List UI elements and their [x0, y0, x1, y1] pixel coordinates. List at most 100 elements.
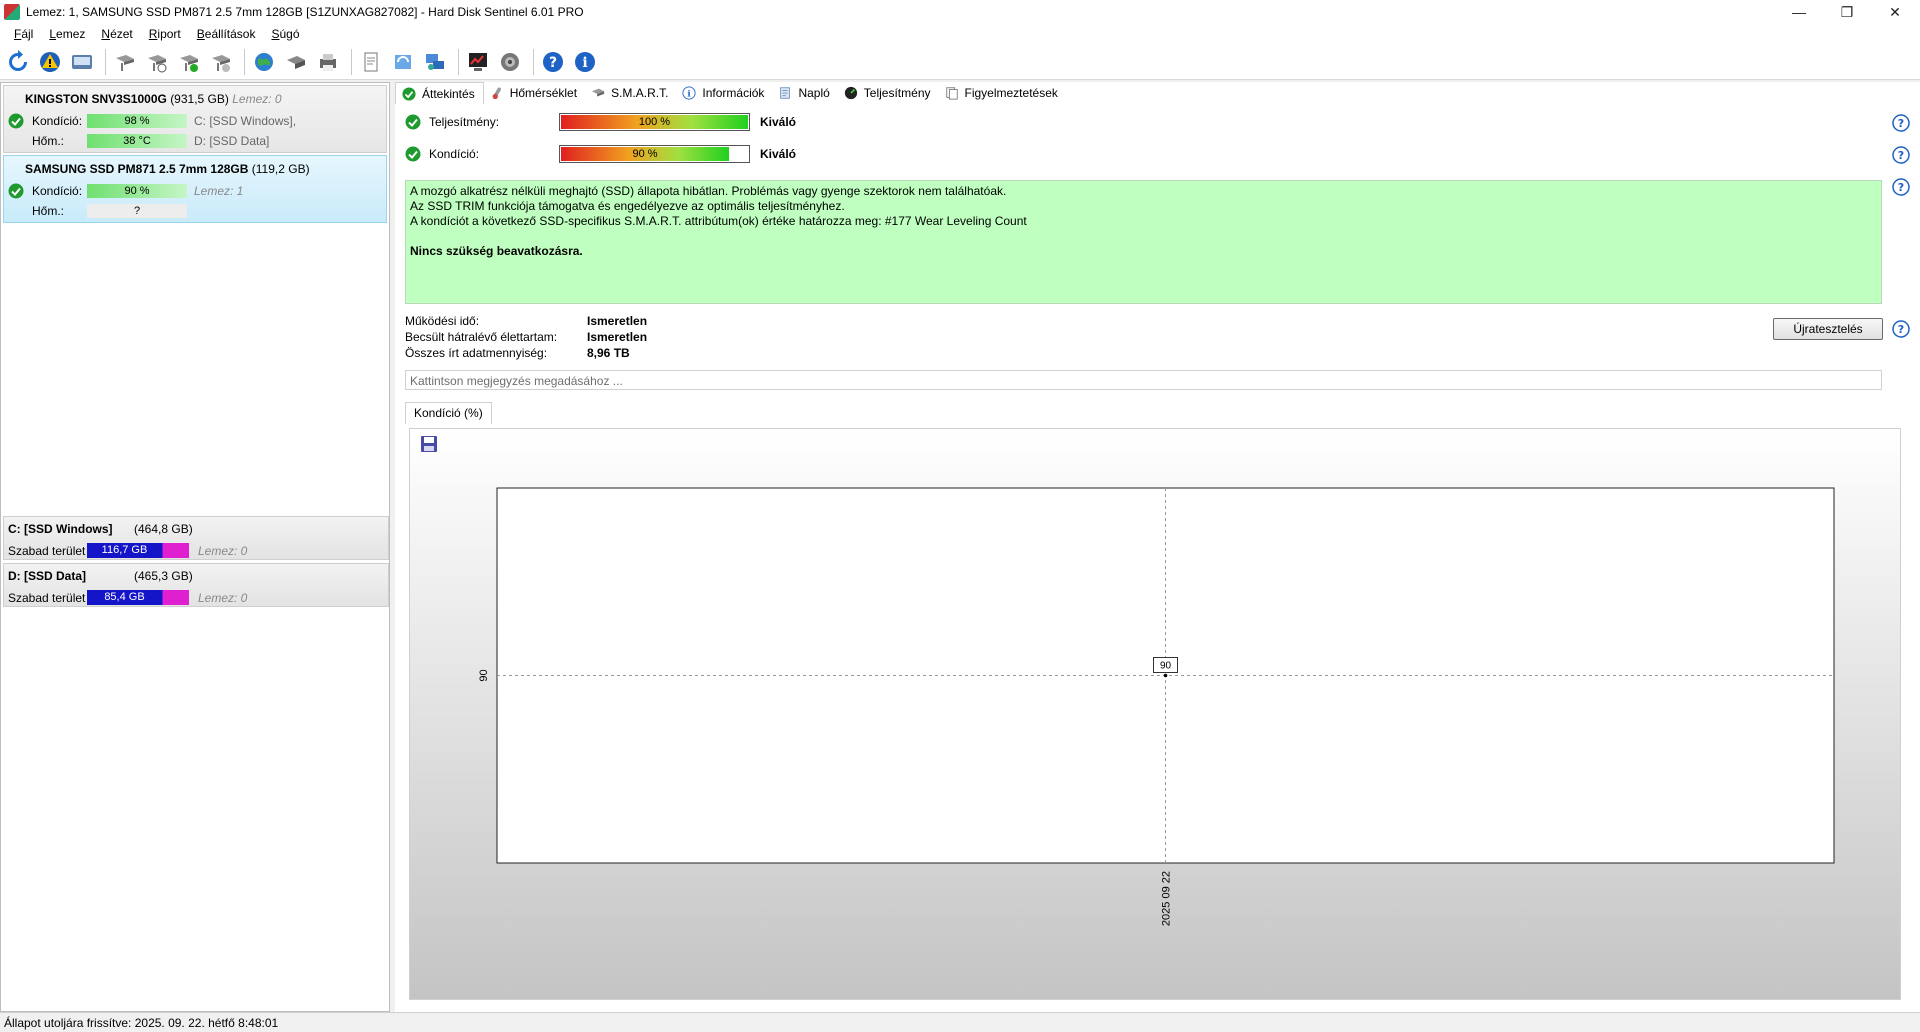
- tab-alerts[interactable]: Figyelmeztetések: [939, 82, 1066, 104]
- svg-text:?: ?: [1898, 117, 1904, 130]
- menu-report[interactable]: Riport: [141, 27, 189, 41]
- tab-log[interactable]: Napló: [772, 82, 837, 104]
- surface-test-icon[interactable]: [143, 48, 171, 76]
- tab-information[interactable]: i Információk: [676, 82, 772, 104]
- tab-performance[interactable]: Teljesítmény: [838, 82, 939, 104]
- chart-tab-condition[interactable]: Kondíció (%): [405, 402, 492, 424]
- note-input[interactable]: Kattintson megjegyzés megadásához ...: [405, 370, 1882, 390]
- help-icon[interactable]: ?: [1892, 146, 1910, 164]
- free-space-bar: 116,7 GB: [87, 543, 189, 558]
- toolbar: ? i: [0, 44, 1920, 80]
- toolbar-separator: [458, 48, 459, 75]
- free-space-label: Szabad terület: [8, 591, 86, 605]
- network-icon[interactable]: [421, 48, 449, 76]
- partition-size: (465,3 GB): [134, 569, 193, 583]
- check-ok-icon: [8, 183, 24, 199]
- minimize-button[interactable]: —: [1776, 0, 1822, 24]
- toolbar-separator: [244, 48, 245, 75]
- svg-text:?: ?: [1898, 149, 1904, 162]
- performance-value: 100 %: [561, 115, 748, 129]
- help-icon[interactable]: ?: [1892, 178, 1910, 196]
- disk-condition-row: Kondíció: 98 % C: [SSD Windows],: [4, 112, 388, 130]
- condition-bar: 90 %: [559, 145, 750, 163]
- extended-test-icon[interactable]: [207, 48, 235, 76]
- stat-key: Becsült hátralévő élettartam:: [405, 330, 558, 344]
- help-icon[interactable]: ?: [1892, 320, 1910, 338]
- check-ok-icon: [402, 86, 416, 101]
- status-message-box: A mozgó alkatrész nélküli meghajtó (SSD)…: [405, 180, 1882, 304]
- printer-icon[interactable]: [314, 48, 342, 76]
- condition-label: Kondíció:: [32, 184, 83, 198]
- toolbar-separator: [351, 48, 352, 75]
- disk-size: (931,5 GB): [170, 92, 229, 106]
- help-icon[interactable]: ?: [1892, 114, 1910, 132]
- data-point: [1163, 673, 1168, 678]
- tab-label: Napló: [798, 86, 830, 100]
- menu-help[interactable]: Súgó: [263, 27, 307, 41]
- about-icon[interactable]: i: [571, 48, 599, 76]
- close-button[interactable]: ✕: [1872, 0, 1918, 24]
- html-report-icon[interactable]: [389, 48, 417, 76]
- disk-index: Lemez: 1: [194, 184, 244, 198]
- stat-key: Összes írt adatmennyiség:: [405, 346, 548, 360]
- speedometer-icon: [844, 86, 857, 100]
- temperature-bar: 38 °C: [87, 134, 187, 148]
- menu-file[interactable]: Fájl: [6, 27, 41, 41]
- tab-smart[interactable]: S.M.A.R.T.: [585, 82, 676, 104]
- disk-card-samsung[interactable]: SAMSUNG SSD PM871 2.5 7mm 128GB (119,2 G…: [3, 155, 387, 223]
- disk-size: (119,2 GB): [251, 162, 310, 176]
- help-icon[interactable]: ?: [539, 48, 567, 76]
- performance-row: Teljesítmény: 100 % Kiváló: [405, 111, 1905, 133]
- stat-value: 8,96 TB: [587, 346, 630, 360]
- menu-view[interactable]: Nézet: [93, 27, 140, 41]
- condition-label: Kondíció:: [429, 147, 480, 161]
- partition-disk-index: Lemez: 0: [198, 544, 248, 558]
- temperature-label: Hőm.:: [32, 134, 65, 148]
- app-logo-icon: [4, 4, 20, 20]
- text-report-icon[interactable]: [357, 48, 385, 76]
- save-icon[interactable]: [420, 435, 438, 453]
- short-test-icon[interactable]: [175, 48, 203, 76]
- acoustic-icon[interactable]: [496, 48, 524, 76]
- tab-temperature[interactable]: Hőmérséklet: [484, 82, 585, 104]
- app-window: Lemez: 1, SAMSUNG SSD PM871 2.5 7mm 128G…: [0, 0, 1920, 1032]
- tab-overview[interactable]: Áttekintés: [395, 82, 484, 104]
- report-send-icon[interactable]: [282, 48, 310, 76]
- disk-index: Lemez: 0: [232, 92, 282, 106]
- title-bar: Lemez: 1, SAMSUNG SSD PM871 2.5 7mm 128G…: [0, 0, 1920, 24]
- y-tick-label: 90: [478, 669, 490, 681]
- menu-disk[interactable]: Lemez: [41, 27, 93, 41]
- partition-card-c[interactable]: C: [SSD Windows] (464,8 GB) Szabad terül…: [3, 516, 389, 560]
- disk-card-kingston[interactable]: KINGSTON SNV3S1000G (931,5 GB) Lemez: 0 …: [3, 85, 387, 153]
- refresh-icon[interactable]: [4, 48, 32, 76]
- retest-button[interactable]: Újratesztelés: [1773, 318, 1883, 340]
- disk-condition-row: Kondíció: 90 % Lemez: 1: [4, 182, 388, 200]
- benchmark-icon[interactable]: [464, 48, 492, 76]
- partition-name: D: [SSD Data]: [8, 569, 87, 583]
- temperature-label: Hőm.:: [32, 204, 65, 218]
- tab-label: S.M.A.R.T.: [611, 86, 669, 100]
- svg-text:?: ?: [1898, 323, 1904, 336]
- partition-card-d[interactable]: D: [SSD Data] (465,3 GB) Szabad terület …: [3, 563, 389, 607]
- disk-model: SAMSUNG SSD PM871 2.5 7mm 128GB: [25, 162, 249, 176]
- x-tick-label: 2025 09 22: [1161, 871, 1173, 926]
- condition-result: Kiváló: [760, 147, 797, 161]
- test-disk-icon[interactable]: [111, 48, 139, 76]
- partition-disk-index: Lemez: 0: [198, 591, 248, 605]
- disk-info-icon[interactable]: [68, 48, 96, 76]
- alert-icon[interactable]: [36, 48, 64, 76]
- tab-label: Információk: [702, 86, 765, 100]
- performance-bar: 100 %: [559, 113, 750, 131]
- disk-temp-row: Hőm.: 38 °C D: [SSD Data]: [4, 132, 388, 150]
- tab-label: Áttekintés: [422, 86, 475, 101]
- stat-value: Ismeretlen: [587, 330, 648, 344]
- menu-settings[interactable]: Beállítások: [189, 27, 264, 41]
- globe-icon[interactable]: [250, 48, 278, 76]
- volume-label: D: [SSD Data]: [194, 134, 270, 148]
- tab-label: Teljesítmény: [863, 86, 931, 100]
- status-line: Az SSD TRIM funkciója támogatva és enged…: [410, 199, 845, 213]
- maximize-button[interactable]: ❐: [1824, 0, 1870, 24]
- menu-bar: Fájl Lemez Nézet Riport Beállítások Súgó: [0, 24, 1920, 44]
- disk-name: KINGSTON SNV3S1000G (931,5 GB) Lemez: 0: [25, 92, 282, 106]
- condition-label: Kondíció:: [32, 114, 83, 128]
